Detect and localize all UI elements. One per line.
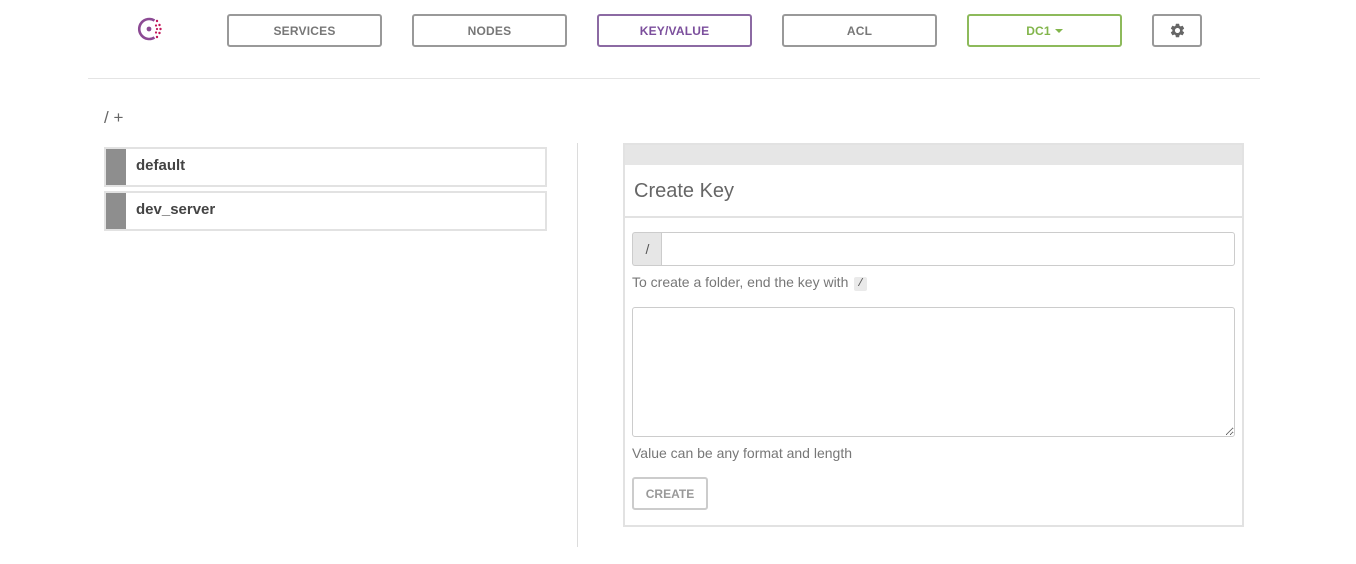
folder-help-code: / [854,277,867,291]
value-help-text: Value can be any format and length [632,445,853,461]
key-item-label: dev_server [136,201,216,218]
gear-icon [1170,23,1184,38]
consul-logo-icon[interactable] [135,15,164,43]
value-textarea[interactable] [632,307,1235,437]
create-key-panel: Create Key / To create a folder, end the… [623,143,1244,527]
create-button[interactable]: CREATE [632,477,708,510]
folder-help-text: To create a folder, end the key with / [632,274,867,291]
key-name-input[interactable] [661,232,1235,266]
key-list-item-dev-server[interactable]: dev_server [104,191,547,231]
panel-divider [625,216,1242,218]
nav-services-button[interactable]: SERVICES [227,14,382,47]
chevron-down-icon [1054,28,1063,33]
folder-help-label: To create a folder, end the key with [632,274,849,290]
panel-title: Create Key [634,180,735,202]
datacenter-label: DC1 [1026,23,1051,38]
datacenter-dropdown[interactable]: DC1 [967,14,1122,47]
nav-nodes-button[interactable]: NODES [412,14,567,47]
header-divider [88,78,1260,79]
breadcrumb-root-link[interactable]: / [104,108,109,127]
breadcrumb-add-link[interactable]: + [113,108,123,127]
key-prefix-addon: / [632,232,662,266]
key-item-bar [106,149,126,185]
column-divider [577,143,578,547]
key-item-label: default [136,157,186,174]
settings-button[interactable] [1152,14,1202,47]
nav-keyvalue-button[interactable]: KEY/VALUE [597,14,752,47]
breadcrumb: / + [104,108,123,128]
panel-header-bar [625,145,1242,165]
nav-acl-button[interactable]: ACL [782,14,937,47]
key-input-group: / [632,232,1235,266]
key-list-item-default[interactable]: default [104,147,547,187]
key-item-bar [106,193,126,229]
